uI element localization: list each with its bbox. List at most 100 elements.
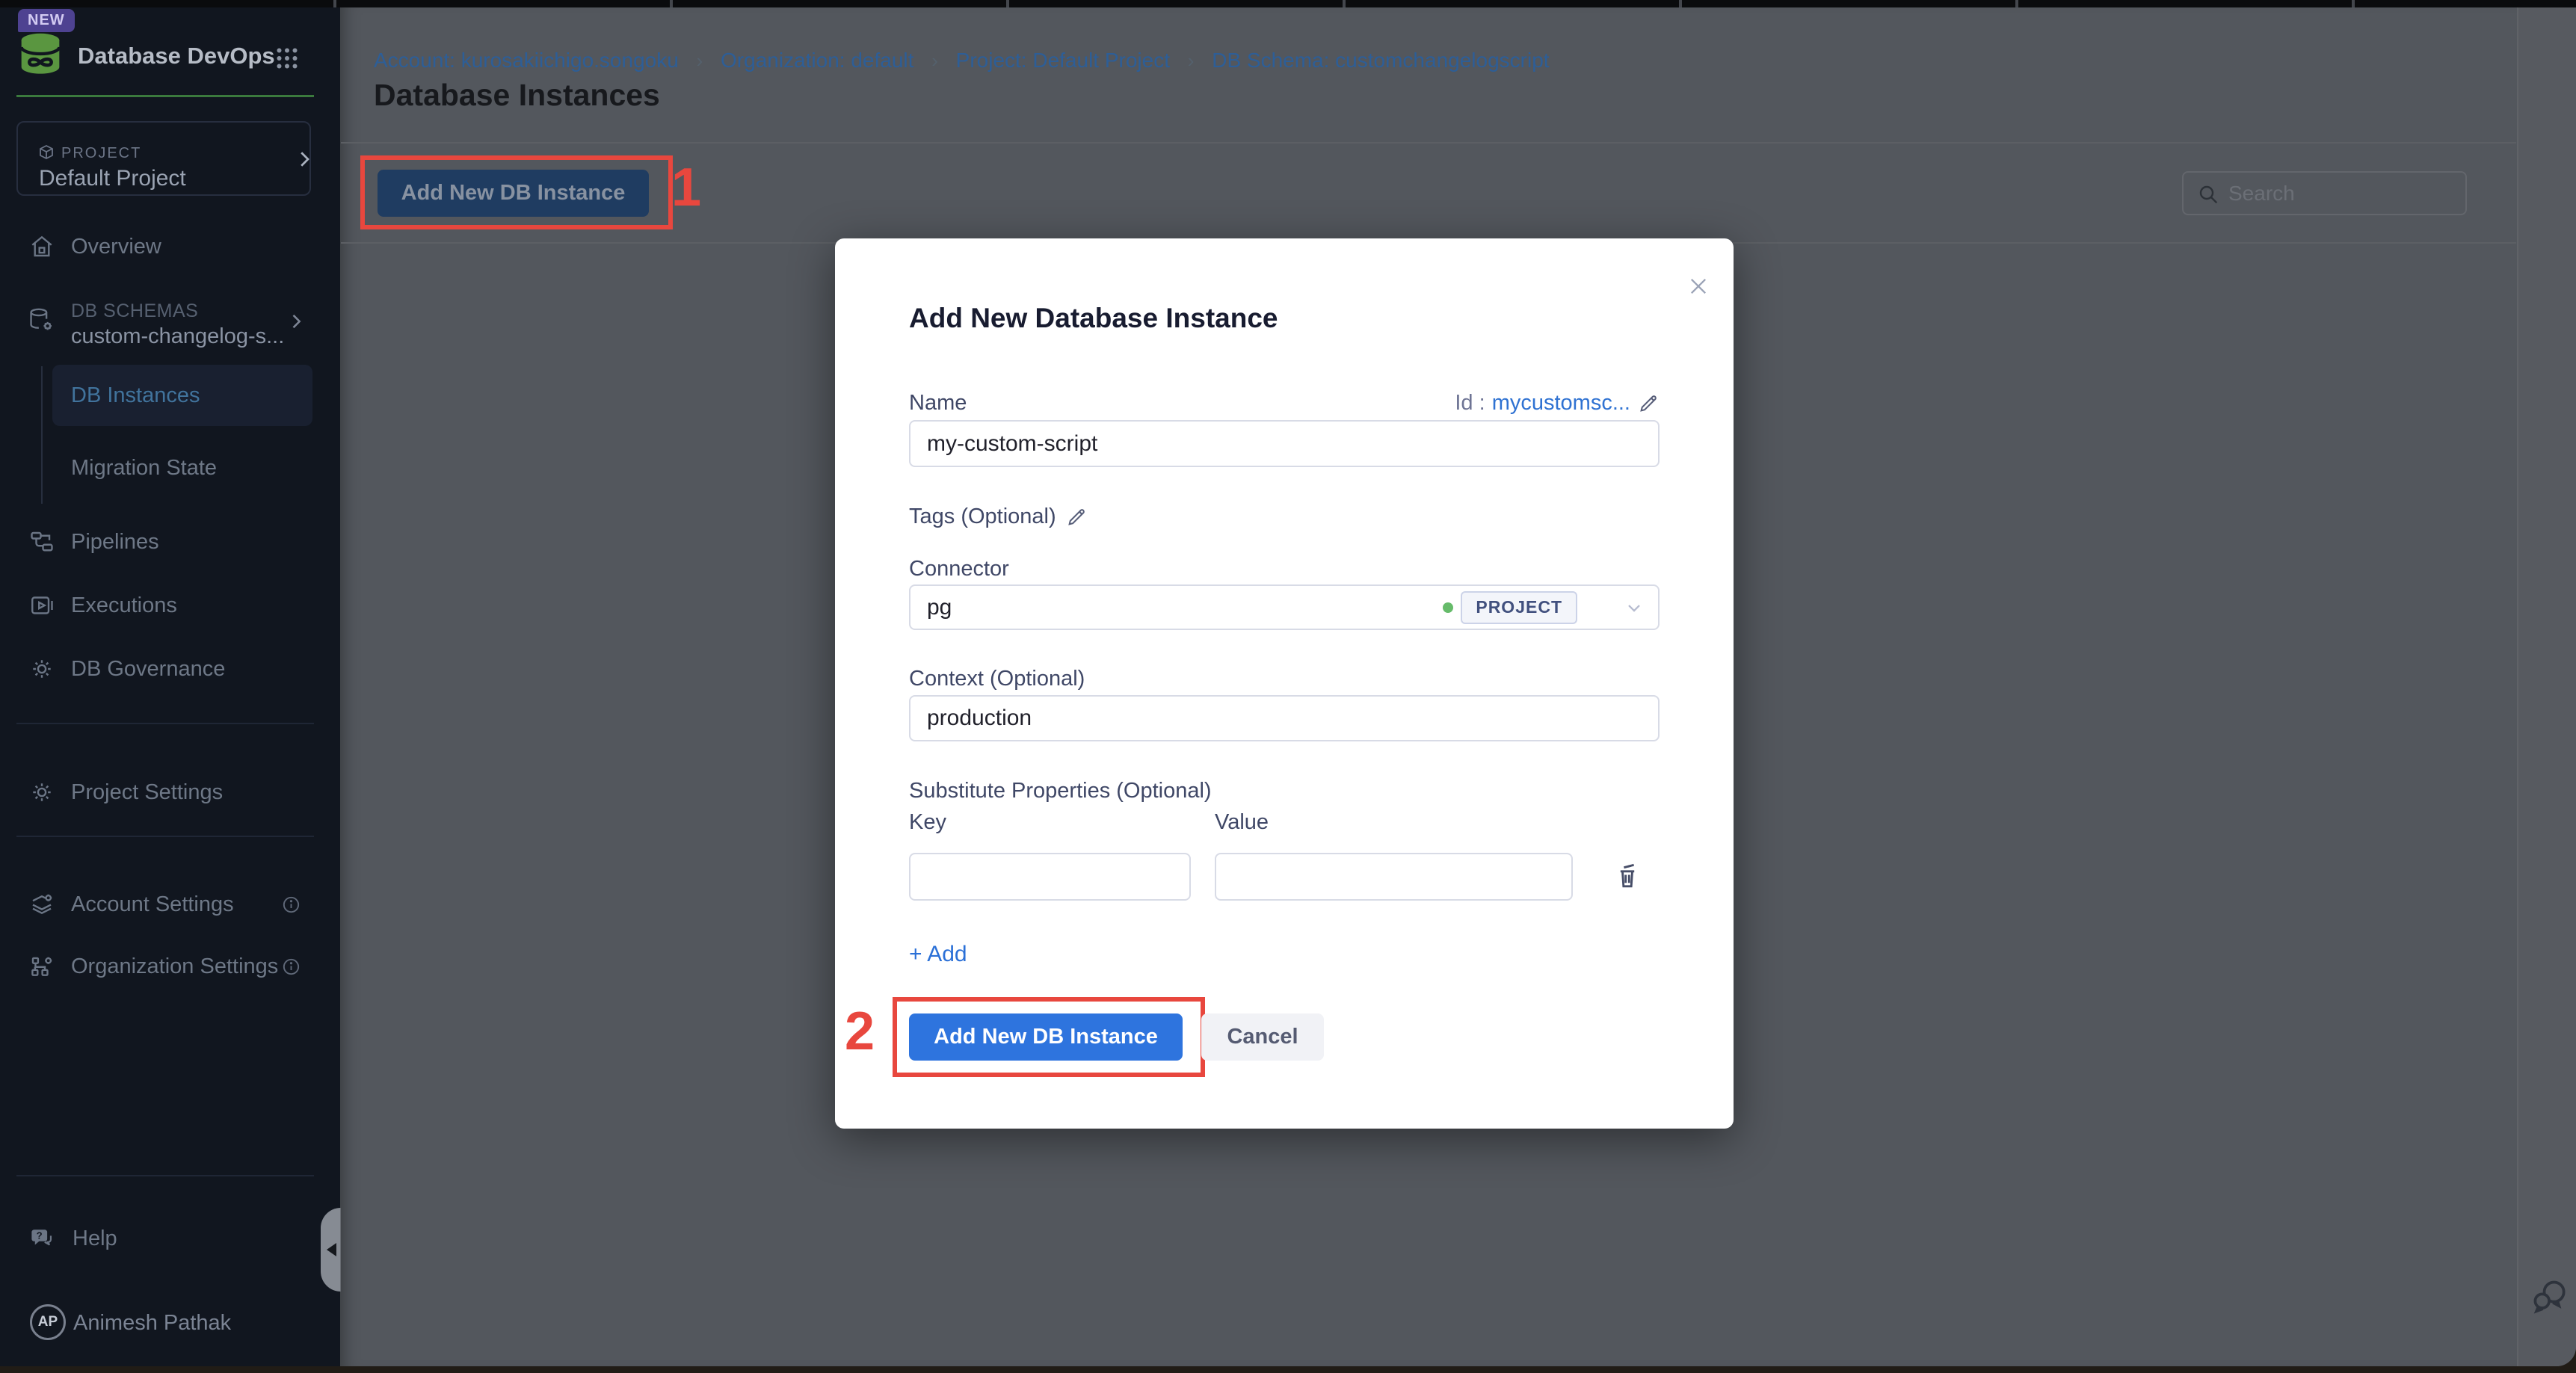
sidebar-divider xyxy=(16,836,314,837)
sidebar-item-db-instances[interactable]: DB Instances xyxy=(52,365,312,426)
sidebar-item-label: Help xyxy=(73,1227,117,1251)
tags-row: Tags (Optional) xyxy=(909,505,1088,529)
connector-status-dot xyxy=(1443,602,1453,613)
search-box xyxy=(2182,171,2467,215)
breadcrumb-account[interactable]: Account: kurosakiichigo.songoku xyxy=(374,49,679,72)
add-button-label: Add New DB Instance xyxy=(401,181,626,206)
chevron-right-icon[interactable] xyxy=(286,311,306,332)
layers-gear-icon xyxy=(28,891,55,918)
annotation-step-2: 2 xyxy=(845,1005,875,1058)
edit-tags-pencil-icon[interactable] xyxy=(1065,506,1088,528)
id-value[interactable]: mycustomsc... xyxy=(1492,391,1630,416)
breadcrumb-separator: › xyxy=(697,49,703,72)
submit-add-db-instance-button[interactable]: Add New DB Instance xyxy=(909,1013,1183,1061)
add-property-link[interactable]: + Add xyxy=(909,942,967,967)
pipelines-icon xyxy=(28,528,55,555)
sidebar-item-label: Executions xyxy=(71,593,177,618)
connector-select[interactable]: pg PROJECT xyxy=(909,584,1660,630)
sidebar-item-help[interactable]: ? Help xyxy=(0,1216,340,1261)
cancel-button[interactable]: Cancel xyxy=(1201,1013,1324,1061)
sidebar-item-label: Overview xyxy=(71,235,161,259)
header-divider xyxy=(341,142,2516,144)
app-grid-icon[interactable] xyxy=(274,45,301,72)
project-name: Default Project xyxy=(39,166,186,191)
breadcrumb-project[interactable]: Project: Default Project xyxy=(956,49,1170,72)
cube-icon xyxy=(37,144,55,161)
content-right-margin xyxy=(2518,7,2576,1366)
avatar-initials: AP xyxy=(38,1314,58,1330)
gear-icon xyxy=(28,779,55,806)
name-input[interactable] xyxy=(909,420,1660,467)
sidebar-item-db-schemas[interactable]: custom-changelog-s... xyxy=(71,324,284,349)
breadcrumb-organization[interactable]: Organization: default xyxy=(721,49,913,72)
page-title: Database Instances xyxy=(374,78,660,113)
sidebar-item-label: Organization Settings xyxy=(71,954,278,979)
info-icon[interactable] xyxy=(281,957,301,977)
close-icon[interactable] xyxy=(1686,274,1711,299)
breadcrumb-db-schema[interactable]: DB Schema: customchangelogscript xyxy=(1212,49,1549,72)
gear-icon xyxy=(28,655,55,682)
breadcrumb-separator: › xyxy=(931,49,938,72)
sidebar-collapse-handle[interactable] xyxy=(321,1208,341,1292)
add-db-instance-modal: Add New Database Instance Name Id : mycu… xyxy=(835,238,1734,1129)
breadcrumb-separator: › xyxy=(1188,49,1195,72)
value-label: Value xyxy=(1215,810,1269,835)
edit-id-pencil-icon[interactable] xyxy=(1637,392,1660,415)
info-icon[interactable] xyxy=(281,895,301,915)
modal-title: Add New Database Instance xyxy=(909,303,1278,334)
submit-button-label: Add New DB Instance xyxy=(934,1025,1158,1049)
org-gear-icon xyxy=(28,953,55,980)
database-devops-logo-icon xyxy=(16,30,64,78)
play-square-icon xyxy=(28,592,55,619)
sidebar-item-executions[interactable]: Executions xyxy=(0,583,340,628)
sidebar-item-migration-state[interactable]: Migration State xyxy=(71,456,217,481)
key-input[interactable] xyxy=(909,853,1191,901)
cancel-button-label: Cancel xyxy=(1227,1025,1298,1049)
sidebar-item-label: Pipelines xyxy=(71,530,159,555)
sidebar-item-label: DB Governance xyxy=(71,657,225,682)
delete-row-trash-icon[interactable] xyxy=(1610,859,1645,893)
breadcrumb: Account: kurosakiichigo.songoku › Organi… xyxy=(374,49,1550,72)
chevron-down-icon xyxy=(1624,597,1645,618)
nav-indent-line xyxy=(41,366,43,504)
sidebar-item-label: Account Settings xyxy=(71,892,234,917)
database-gear-icon xyxy=(27,306,55,335)
support-chat-icon[interactable] xyxy=(2529,1277,2571,1318)
connector-label: Connector xyxy=(909,557,1009,581)
help-chat-icon: ? xyxy=(28,1225,57,1252)
connector-scope-chip: PROJECT xyxy=(1461,591,1577,624)
sidebar-divider xyxy=(16,1175,314,1176)
connector-value: pg xyxy=(927,595,1443,620)
identifier-row: Id : mycustomsc... xyxy=(1455,391,1660,416)
avatar[interactable]: AP xyxy=(30,1304,66,1340)
sidebar-item-label: Project Settings xyxy=(71,780,223,805)
name-label: Name xyxy=(909,391,967,416)
substitute-properties-label: Substitute Properties (Optional) xyxy=(909,779,1212,803)
brand-divider xyxy=(16,95,314,97)
sidebar-group-kicker: DB SCHEMAS xyxy=(71,300,198,322)
chevron-right-icon xyxy=(293,148,315,170)
new-badge: NEW xyxy=(18,9,75,32)
app-title: Database DevOps xyxy=(78,43,275,70)
sidebar-item-pipelines[interactable]: Pipelines xyxy=(0,519,340,564)
svg-text:?: ? xyxy=(37,1229,43,1241)
collapse-arrow-icon xyxy=(327,1243,336,1256)
value-input[interactable] xyxy=(1215,853,1573,901)
project-selector[interactable]: PROJECT Default Project xyxy=(16,121,311,196)
home-icon xyxy=(28,233,55,260)
tags-label: Tags (Optional) xyxy=(909,505,1056,529)
add-new-db-instance-button[interactable]: Add New DB Instance xyxy=(378,170,649,217)
context-input[interactable] xyxy=(909,695,1660,741)
key-label: Key xyxy=(909,810,946,835)
sidebar-item-db-governance[interactable]: DB Governance xyxy=(0,647,340,691)
sidebar-item-project-settings[interactable]: Project Settings xyxy=(0,770,340,815)
project-kicker: PROJECT xyxy=(61,145,141,162)
annotation-step-1: 1 xyxy=(671,161,701,215)
search-input[interactable] xyxy=(2184,173,2465,214)
app-window: NEW Database DevOps PROJE xyxy=(0,0,2576,1366)
id-label: Id : xyxy=(1455,391,1485,416)
user-name[interactable]: Animesh Pathak xyxy=(73,1311,231,1336)
sidebar-item-label: DB Instances xyxy=(71,383,200,408)
sidebar-item-overview[interactable]: Overview xyxy=(0,224,340,269)
sidebar-divider xyxy=(16,723,314,724)
